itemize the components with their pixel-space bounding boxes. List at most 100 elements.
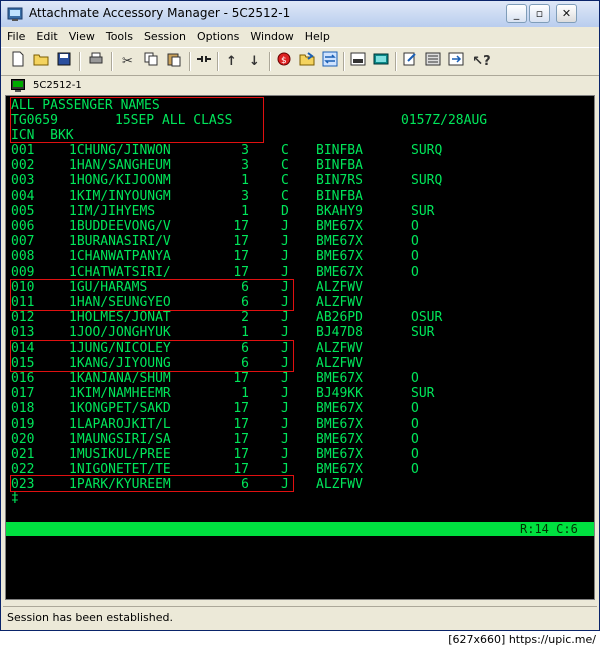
passenger-remark: O xyxy=(411,219,419,234)
maximize-button[interactable]: ▫ xyxy=(529,4,550,23)
passenger-remark: O xyxy=(411,234,419,250)
command-prompt[interactable]: ‡ xyxy=(11,491,19,506)
cut-icon[interactable]: ✂ xyxy=(117,51,138,72)
passenger-count: 17 xyxy=(233,431,249,447)
passenger-remark: SUR xyxy=(411,203,435,219)
help-icon[interactable]: ↖? xyxy=(471,51,492,72)
menu-options[interactable]: Options xyxy=(191,27,244,43)
passenger-class: J xyxy=(281,431,289,447)
passenger-class: J xyxy=(281,249,289,265)
terminal-screen[interactable]: ALL PASSENGER NAMES TG0659 15SEP ALL CLA… xyxy=(5,95,595,600)
passenger-row: 021 1MUSIKUL/PREE 17 J BME67X O xyxy=(11,447,586,462)
passenger-count: 17 xyxy=(233,401,249,417)
session-tab[interactable]: 5C2512-1 xyxy=(5,78,595,94)
close-button[interactable]: ✕ xyxy=(556,4,577,23)
passenger-class: C xyxy=(281,188,289,204)
passenger-row: 017 1KIM/NAMHEEMR 1 J BJ49KK SUR xyxy=(11,386,586,401)
down-arrow-icon[interactable]: ↓ xyxy=(244,51,265,72)
screen-icon[interactable] xyxy=(347,51,368,72)
new-icon[interactable] xyxy=(7,51,28,72)
passenger-count: 17 xyxy=(233,416,249,432)
transfer-icon[interactable] xyxy=(296,51,317,72)
print-icon[interactable] xyxy=(85,51,106,72)
passenger-seq: 019 xyxy=(11,416,35,432)
watermark: [627x660] https://upic.me/ xyxy=(448,633,596,646)
passenger-count: 3 xyxy=(241,143,249,158)
passenger-remark: SUR xyxy=(411,386,435,402)
paste-icon[interactable] xyxy=(163,51,184,72)
passenger-remark: SUR xyxy=(411,325,435,341)
menu-window[interactable]: Window xyxy=(244,27,298,43)
passenger-row: 006 1BUDDEEVONG/V 17 J BME67X O xyxy=(11,219,586,234)
record-icon[interactable]: $ xyxy=(273,51,294,72)
passenger-pnr: BKAHY9 xyxy=(316,203,363,219)
display-icon[interactable] xyxy=(422,51,443,72)
passenger-count: 1 xyxy=(241,173,249,189)
session-name: 5C2512-1 xyxy=(33,80,82,91)
menu-help[interactable]: Help xyxy=(299,27,335,43)
highlight-rows-014-015 xyxy=(10,340,294,372)
passenger-count: 3 xyxy=(241,188,249,204)
passenger-name: 1MUSIKUL/PREE xyxy=(69,447,171,462)
passenger-seq: 009 xyxy=(11,264,35,280)
passenger-name: 1CHATWATSIRI/ xyxy=(69,264,171,280)
menu-edit[interactable]: Edit xyxy=(30,27,62,43)
passenger-pnr: AB26PD xyxy=(316,310,363,326)
passenger-count: 1 xyxy=(241,325,249,341)
transfer-swap-icon[interactable] xyxy=(319,51,340,72)
timestamp: 0157Z/28AUG xyxy=(401,113,488,128)
transfer-screen-icon[interactable] xyxy=(445,51,466,72)
menu-session[interactable]: Session xyxy=(138,27,191,43)
passenger-count: 17 xyxy=(233,249,249,265)
passenger-class: J xyxy=(281,416,289,432)
passenger-row: 012 1HOLMES/JONAT 2 J AB26PD OSUR xyxy=(11,310,586,325)
passenger-pnr: BME67X xyxy=(316,401,363,417)
passenger-remark: O xyxy=(411,447,419,462)
passenger-name: 1KIM/INYOUNGM xyxy=(69,188,171,204)
save-icon[interactable] xyxy=(53,51,74,72)
passenger-seq: 005 xyxy=(11,203,35,219)
menu-file[interactable]: File xyxy=(1,27,30,43)
passenger-pnr: BME67X xyxy=(316,264,363,280)
passenger-pnr: ALZFWV xyxy=(316,477,363,493)
menu-tools[interactable]: Tools xyxy=(100,27,138,43)
open-icon[interactable] xyxy=(30,51,51,72)
passenger-name: 1HAN/SANGHEUM xyxy=(69,158,171,174)
passenger-pnr: ALZFWV xyxy=(316,295,363,310)
passenger-row: 004 1KIM/INYOUNGM 3 C BINFBA xyxy=(11,189,586,204)
passenger-remark: O xyxy=(411,462,419,478)
copy-icon[interactable] xyxy=(140,51,161,72)
passenger-remark: OSUR xyxy=(411,310,443,326)
passenger-remark: O xyxy=(411,431,419,447)
minimize-button[interactable]: _ xyxy=(506,4,527,23)
passenger-pnr: ALZFWV xyxy=(316,355,363,371)
passenger-class: J xyxy=(281,325,289,341)
passenger-name: 1BUDDEEVONG/V xyxy=(69,219,171,234)
passenger-remark: SURQ xyxy=(411,143,443,158)
passenger-name: 1LAPAROJKIT/L xyxy=(69,416,171,432)
passenger-class: C xyxy=(281,173,289,189)
passenger-row: 002 1HAN/SANGHEUM 3 C BINFBA xyxy=(11,158,586,173)
passenger-row: 007 1BURANASIRI/V 17 J BME67X O xyxy=(11,234,586,249)
keyboard-icon[interactable] xyxy=(370,51,391,72)
highlight-row-023 xyxy=(10,475,294,492)
up-arrow-icon[interactable]: ↑ xyxy=(221,51,242,72)
passenger-name: 1HONG/KIJOONM xyxy=(69,173,171,189)
passenger-pnr: BME67X xyxy=(316,249,363,265)
passenger-seq: 007 xyxy=(11,234,35,250)
app-window: Attachmate Accessory Manager - 5C2512-1 … xyxy=(0,0,600,631)
connect-icon[interactable] xyxy=(193,51,214,72)
passenger-remark: O xyxy=(411,401,419,417)
app-icon xyxy=(7,7,23,21)
passenger-row: 005 1IM/JIHYEMS 1 D BKAHY9 SUR xyxy=(11,204,586,219)
title-bar[interactable]: Attachmate Accessory Manager - 5C2512-1 … xyxy=(1,1,599,28)
macro-icon[interactable] xyxy=(399,51,420,72)
status-bar: Session has been established. xyxy=(3,606,597,629)
passenger-row: 003 1HONG/KIJOONM 1 C BIN7RS SURQ xyxy=(11,173,586,188)
menu-view[interactable]: View xyxy=(63,27,100,43)
passenger-count: 3 xyxy=(241,158,249,174)
passenger-name: 1MAUNGSIRI/SA xyxy=(69,431,171,447)
passenger-remark: O xyxy=(411,264,419,280)
passenger-seq: 016 xyxy=(11,371,35,386)
passenger-count: 17 xyxy=(233,234,249,250)
